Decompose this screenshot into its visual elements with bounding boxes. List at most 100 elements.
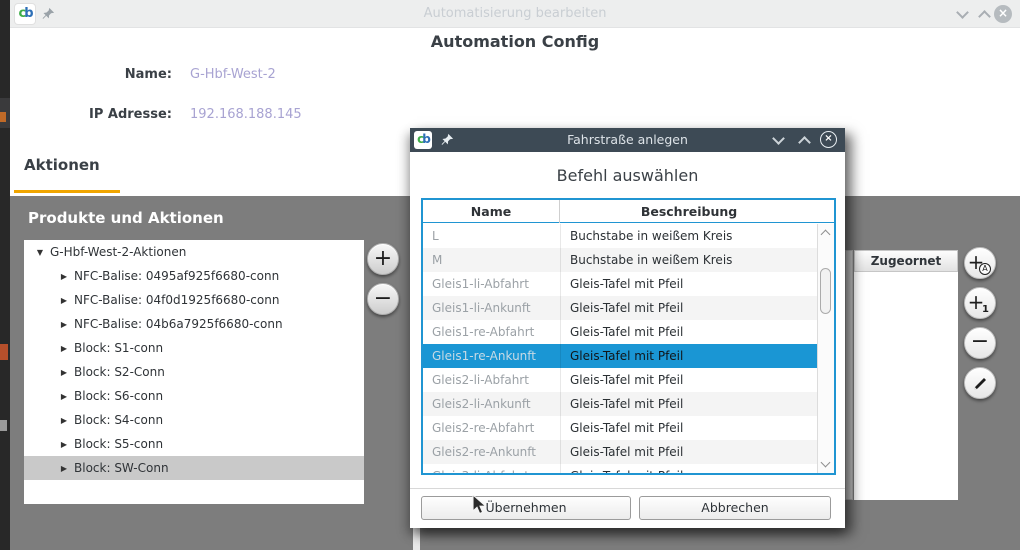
- tree-item[interactable]: ▶ NFC-Balise: 04f0d1925f6680-conn: [24, 288, 364, 312]
- tree-item-label: Block: S1-conn: [74, 341, 163, 355]
- cell-description: Gleis-Tafel mit Pfeil: [560, 344, 817, 368]
- background-fragment: [0, 420, 7, 431]
- table-row[interactable]: Gleis3-li-Abfahrt Gleis-Tafel mit Pfeil: [423, 464, 817, 473]
- mouse-cursor: [472, 495, 492, 517]
- tree-item-label: Block: S6-conn: [74, 389, 163, 403]
- tree-expander-icon[interactable]: ▶: [58, 337, 70, 361]
- apply-button[interactable]: Übernehmen: [421, 496, 631, 520]
- scroll-down-icon[interactable]: [821, 458, 831, 468]
- table-row[interactable]: Gleis2-re-Ankunft Gleis-Tafel mit Pfeil: [423, 440, 817, 464]
- tree-expander-icon[interactable]: ▶: [58, 289, 70, 313]
- cell-description: Gleis-Tafel mit Pfeil: [560, 296, 817, 320]
- name-label: Name:: [10, 67, 172, 82]
- tree-expander-icon[interactable]: ▶: [58, 265, 70, 289]
- table-row[interactable]: Gleis1-re-Abfahrt Gleis-Tafel mit Pfeil: [423, 320, 817, 344]
- background-fragment: [0, 112, 6, 122]
- add-auto-button[interactable]: + A: [964, 247, 996, 279]
- cell-name: Gleis2-li-Abfahrt: [423, 368, 560, 392]
- tree-item[interactable]: ▼ G-Hbf-West-2-Aktionen: [24, 240, 364, 264]
- scrollbar-thumb[interactable]: [820, 268, 831, 314]
- cell-name: Gleis1-re-Abfahrt: [423, 320, 560, 344]
- ip-address-value[interactable]: 192.168.188.145: [190, 107, 302, 122]
- tree-item[interactable]: ▶Block: SW-Conn: [24, 456, 364, 480]
- table-row[interactable]: Gleis2-li-Ankunft Gleis-Tafel mit Pfeil: [423, 392, 817, 416]
- table-row[interactable]: Gleis1-li-Abfahrt Gleis-Tafel mit Pfeil: [423, 272, 817, 296]
- scroll-up-icon[interactable]: [821, 230, 831, 240]
- column-header-description[interactable]: Beschreibung: [561, 200, 817, 223]
- table-scrollbar[interactable]: [817, 224, 834, 473]
- tree-expander-icon[interactable]: ▶: [58, 385, 70, 409]
- table-row[interactable]: Gleis1-re-Ankunft Gleis-Tafel mit Pfeil: [423, 344, 817, 368]
- cell-description: Gleis-Tafel mit Pfeil: [560, 320, 817, 344]
- dialog-heading: Befehl auswählen: [410, 166, 845, 185]
- active-tab-indicator: [14, 190, 120, 193]
- cell-name: Gleis2-re-Abfahrt: [423, 416, 560, 440]
- tree-remove-button[interactable]: −: [367, 283, 399, 315]
- tree-item[interactable]: ▶ Block: S2-Conn: [24, 360, 364, 384]
- cancel-button[interactable]: Abbrechen: [639, 496, 831, 520]
- cell-name: Gleis1-re-Ankunft: [423, 344, 560, 368]
- table-row[interactable]: Gleis2-li-Abfahrt Gleis-Tafel mit Pfeil: [423, 368, 817, 392]
- table-row[interactable]: Gleis1-li-Ankunft Gleis-Tafel mit Pfeil: [423, 296, 817, 320]
- tree-item-label: G-Hbf-West-2-Aktionen: [50, 245, 186, 259]
- cell-name: Gleis2-li-Ankunft: [423, 392, 560, 416]
- add-one-button[interactable]: + 1: [964, 287, 996, 319]
- dialog-titlebar[interactable]: cb Fahrstraße anlegen ×: [410, 128, 845, 152]
- table-row[interactable]: Gleis2-re-Abfahrt Gleis-Tafel mit Pfeil: [423, 416, 817, 440]
- tree-item-label: Block: S2-Conn: [74, 365, 165, 379]
- cell-description: Gleis-Tafel mit Pfeil: [560, 272, 817, 296]
- cell-name: Gleis2-re-Ankunft: [423, 440, 560, 464]
- available-list-scrollbar[interactable]: [845, 250, 853, 500]
- tree-expander-icon[interactable]: ▶: [58, 457, 70, 481]
- cell-description: Gleis-Tafel mit Pfeil: [560, 440, 817, 464]
- tree-item[interactable]: ▶ Block: S6-conn: [24, 384, 364, 408]
- table-body[interactable]: L Buchstabe in weißem Kreis M Buchstabe …: [423, 224, 817, 473]
- fahrstrasse-dialog: cb Fahrstraße anlegen × Befehl auswählen…: [410, 128, 845, 528]
- remove-button[interactable]: −: [964, 327, 996, 359]
- name-value[interactable]: G-Hbf-West-2: [190, 67, 276, 82]
- tree-add-button[interactable]: +: [367, 243, 399, 275]
- tab-aktionen[interactable]: Aktionen: [24, 156, 100, 174]
- assigned-table: Zugeornet: [854, 250, 958, 500]
- tree-item[interactable]: ▶ Block: S5-conn: [24, 432, 364, 456]
- table-row[interactable]: M Buchstabe in weißem Kreis: [423, 248, 817, 272]
- tree-item[interactable]: ▶ Block: S4-conn: [24, 408, 364, 432]
- tree-item-label: NFC-Balise: 04f0d1925f6680-conn: [74, 293, 279, 307]
- cell-name: M: [423, 248, 560, 272]
- background-window-sliver: [0, 0, 10, 550]
- window-title: Automatisierung bearbeiten: [10, 6, 1020, 21]
- background-fragment: [0, 344, 8, 360]
- cell-name: L: [423, 224, 560, 248]
- tree-item[interactable]: ▶ NFC-Balise: 0495af925f6680-conn: [24, 264, 364, 288]
- button-separator: [410, 488, 845, 489]
- close-button[interactable]: ×: [820, 131, 837, 148]
- tree-item[interactable]: ▶ Block: S1-conn: [24, 336, 364, 360]
- column-header-name[interactable]: Name: [423, 200, 560, 223]
- tree-expander-icon[interactable]: ▶: [58, 409, 70, 433]
- cell-name: Gleis1-li-Ankunft: [423, 296, 560, 320]
- tree-item-label: NFC-Balise: 04b6a7925f6680-conn: [74, 317, 283, 331]
- tree-item-label: Block: S5-conn: [74, 437, 163, 451]
- command-table: Name Beschreibung L Buchstabe in weißem …: [421, 198, 836, 475]
- column-divider: [560, 224, 561, 473]
- panel-title: Produkte und Aktionen: [28, 209, 224, 227]
- tree-item-label: NFC-Balise: 0495af925f6680-conn: [74, 269, 279, 283]
- tree-expander-icon[interactable]: ▶: [58, 361, 70, 385]
- edit-button[interactable]: [964, 367, 996, 399]
- tree-expander-icon[interactable]: ▶: [58, 313, 70, 337]
- assigned-table-body[interactable]: [854, 272, 958, 500]
- table-row[interactable]: L Buchstabe in weißem Kreis: [423, 224, 817, 248]
- tree-item[interactable]: ▶ NFC-Balise: 04b6a7925f6680-conn: [24, 312, 364, 336]
- close-button[interactable]: ×: [994, 5, 1012, 23]
- circled-a-icon: A: [979, 263, 991, 275]
- main-titlebar[interactable]: cb Automatisierung bearbeiten ×: [10, 0, 1020, 28]
- tree-expander-icon[interactable]: ▼: [34, 241, 46, 265]
- cell-description: Buchstabe in weißem Kreis: [560, 248, 817, 272]
- tree-expander-icon[interactable]: ▶: [58, 433, 70, 457]
- cell-description: Gleis-Tafel mit Pfeil: [560, 392, 817, 416]
- product-actions-tree[interactable]: ▼ G-Hbf-West-2-Aktionen ▶ NFC-Balise: 0495…: [24, 240, 364, 504]
- tree-item-label: Block: S4-conn: [74, 413, 163, 427]
- cell-name: Gleis3-li-Abfahrt: [423, 464, 560, 473]
- cell-name: Gleis1-li-Abfahrt: [423, 272, 560, 296]
- assigned-column-header: Zugeornet: [854, 250, 958, 272]
